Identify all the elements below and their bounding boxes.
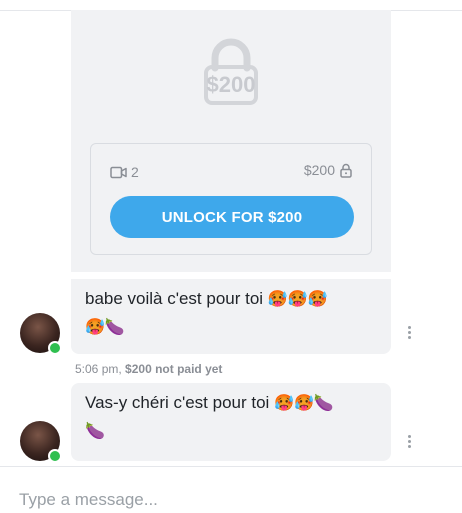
video-icon <box>110 166 127 178</box>
message-bubble: babe voilà c'est pour toi 🥵🥵🥵 🥵🍆 <box>71 279 391 354</box>
message-text: babe voilà c'est pour toi <box>85 289 264 308</box>
media-count: 2 <box>110 164 139 180</box>
message-options-icon[interactable] <box>406 434 412 450</box>
ppv-message-card: $200 2 $200 UNLOCK FOR $200 <box>71 10 391 272</box>
message-emojis: 🥵🥵🍆 <box>274 393 334 412</box>
unlock-button[interactable]: UNLOCK FOR $200 <box>110 196 354 238</box>
message-composer <box>0 466 462 513</box>
message-time: 5:06 pm, <box>75 362 122 376</box>
online-status-dot <box>48 449 62 463</box>
message-emojis-line2: 🥵🍆 <box>85 317 125 336</box>
message-emojis: 🥵🥵🥵 <box>267 289 328 308</box>
locked-media-preview: $200 <box>71 10 391 135</box>
price-label: $200 <box>304 162 352 178</box>
small-lock-icon <box>340 163 352 178</box>
price-value: $200 <box>303 162 335 178</box>
payment-status: $200 not paid yet <box>125 362 223 376</box>
unlock-panel: 2 $200 UNLOCK FOR $200 <box>90 143 372 255</box>
media-count-value: 2 <box>131 164 139 180</box>
preview-price: $200 <box>206 72 256 97</box>
message-options-icon[interactable] <box>406 325 412 341</box>
message-text: Vas-y chéri c'est pour toi <box>85 393 270 412</box>
message-emojis-line2: 🍆 <box>85 421 105 440</box>
message-meta: 5:06 pm, $200 not paid yet <box>75 362 222 376</box>
online-status-dot <box>48 341 62 355</box>
message-input[interactable] <box>19 490 439 510</box>
message-bubble: Vas-y chéri c'est pour toi 🥵🥵🍆 🍆 <box>71 383 391 461</box>
